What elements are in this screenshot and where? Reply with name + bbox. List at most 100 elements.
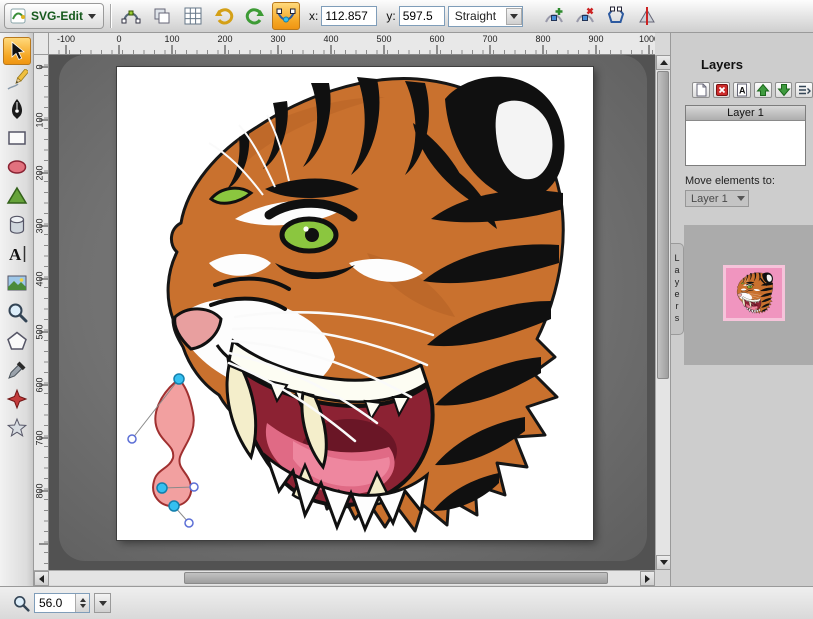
open-path-icon <box>606 6 626 26</box>
layer-list-button[interactable] <box>795 82 813 98</box>
text-tool-icon: A <box>6 243 28 265</box>
ruler-y-label: 700 <box>35 431 45 446</box>
move-target-value: Layer 1 <box>691 193 728 205</box>
text-tool[interactable]: A <box>3 240 31 268</box>
clone-button[interactable] <box>148 2 176 30</box>
ruler-x-label: 100 <box>164 34 179 44</box>
zoom-control <box>34 593 90 613</box>
grid-icon <box>183 6 203 26</box>
layer-list: Layer 1 <box>685 105 806 166</box>
open-path-button[interactable] <box>602 2 630 30</box>
scroll-down-button[interactable] <box>656 555 671 570</box>
path-tool[interactable] <box>3 327 31 355</box>
star-tool[interactable] <box>3 414 31 442</box>
pencil-icon <box>6 69 28 91</box>
spinner-up-icon <box>80 595 86 602</box>
ruler-x-label: -100 <box>57 34 75 44</box>
svg-canvas[interactable] <box>117 67 593 540</box>
move-layer-down-button[interactable] <box>775 82 793 98</box>
layer-buttons-row: A <box>692 82 813 98</box>
segment-type-select[interactable]: Straight <box>448 6 523 27</box>
ruler-y-label: 200 <box>35 166 45 181</box>
ruler-x-label: 500 <box>376 34 391 44</box>
eyedropper-tool[interactable] <box>3 356 31 384</box>
move-elements-label: Move elements to: <box>685 175 813 187</box>
redo-button[interactable] <box>241 2 269 30</box>
undo-button[interactable] <box>210 2 238 30</box>
zoom-tool[interactable] <box>3 298 31 326</box>
edit-path-button[interactable] <box>117 2 145 30</box>
undo-icon <box>214 6 234 26</box>
zoom-spinner[interactable] <box>75 594 89 612</box>
chevron-down-icon <box>510 14 518 23</box>
grid-button[interactable] <box>179 2 207 30</box>
layer-list-body[interactable] <box>686 121 805 165</box>
scroll-left-button[interactable] <box>34 571 49 586</box>
main-menu-button[interactable]: SVG-Edit <box>4 3 104 29</box>
scroll-right-button[interactable] <box>640 571 655 586</box>
left-toolbar: A <box>0 33 34 586</box>
ellipse-icon <box>6 156 28 178</box>
ruler-x-label: 800 <box>535 34 550 44</box>
rectangle-icon <box>6 127 28 149</box>
layers-panel-tab[interactable]: Layers <box>671 243 684 335</box>
arrow-right-icon <box>645 575 654 583</box>
shape-library-tool[interactable] <box>3 385 31 413</box>
layer-list-icon <box>797 83 811 97</box>
scrollbar-corner <box>655 570 670 585</box>
layer-thumbnail[interactable] <box>723 265 785 321</box>
workarea[interactable] <box>49 55 655 570</box>
layer-row-active[interactable]: Layer 1 <box>686 106 805 121</box>
ruler-y-label: 800 <box>35 484 45 499</box>
cylinder-shape-tool[interactable] <box>3 211 31 239</box>
vertical-scroll-thumb[interactable] <box>657 71 669 379</box>
horizontal-ruler: -100 0 100 200 300 400 500 600 700 800 9… <box>49 33 655 55</box>
reorient-path-button[interactable] <box>633 2 661 30</box>
rect-tool[interactable] <box>3 124 31 152</box>
clone-icon <box>152 6 172 26</box>
chevron-down-icon <box>737 196 745 205</box>
toolbar-separator <box>110 4 111 28</box>
ruler-x-label: 600 <box>429 34 444 44</box>
x-coordinate-input[interactable] <box>321 6 377 26</box>
add-node-button[interactable] <box>540 2 568 30</box>
scroll-up-button[interactable] <box>656 55 671 70</box>
svg-text:A: A <box>739 86 746 96</box>
select-tool[interactable] <box>3 37 31 65</box>
delete-node-button[interactable] <box>571 2 599 30</box>
move-layer-up-button[interactable] <box>754 82 772 98</box>
path-edit-overlay[interactable] <box>128 374 198 527</box>
arrow-down-green-icon <box>777 83 791 97</box>
delete-layer-button[interactable] <box>713 82 731 98</box>
new-layer-button[interactable] <box>692 82 710 98</box>
move-target-select[interactable]: Layer 1 <box>685 190 749 207</box>
layers-sidebar: Layers Layers A Layer 1 <box>670 33 813 586</box>
star-icon <box>6 417 28 439</box>
horizontal-scroll-thumb[interactable] <box>184 572 608 584</box>
tiger-drawing[interactable] <box>117 67 593 540</box>
image-tool[interactable] <box>3 269 31 297</box>
horizontal-scrollbar[interactable] <box>34 570 655 585</box>
ruler-y-label: 0 <box>35 60 45 75</box>
ruler-x-label: 900 <box>588 34 603 44</box>
vertical-scrollbar[interactable] <box>655 55 670 570</box>
ruler-y-label: 300 <box>35 219 45 234</box>
ellipse-tool[interactable] <box>3 153 31 181</box>
chevron-down-icon <box>88 14 96 23</box>
vertical-ruler: 0 100 200 300 400 500 600 700 800 <box>34 55 49 570</box>
ruler-x-label: 700 <box>482 34 497 44</box>
delete-layer-icon <box>715 83 729 97</box>
pen-tool[interactable] <box>3 95 31 123</box>
svg-edit-logo-icon <box>10 8 26 24</box>
layers-panel-title: Layers <box>701 57 813 72</box>
zoom-input[interactable] <box>35 594 75 612</box>
rename-layer-icon: A <box>735 83 749 97</box>
rename-layer-button[interactable]: A <box>733 82 751 98</box>
zoom-preset-dropdown[interactable] <box>94 593 111 613</box>
y-coordinate-input[interactable] <box>399 6 445 26</box>
polygon-tool[interactable] <box>3 182 31 210</box>
chevron-down-icon <box>99 601 107 610</box>
arrow-up-green-icon <box>756 83 770 97</box>
pencil-tool[interactable] <box>3 66 31 94</box>
link-control-points-button[interactable] <box>272 2 300 30</box>
